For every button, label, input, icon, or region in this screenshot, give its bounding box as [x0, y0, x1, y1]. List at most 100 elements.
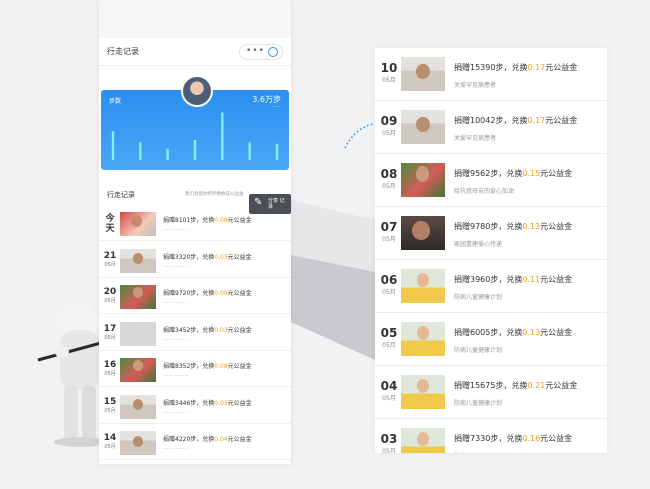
donation-amount: 0.13 — [522, 328, 541, 337]
donation-month: 05月 — [382, 236, 396, 243]
chart-bar-1 — [111, 131, 115, 160]
chart-bar-2 — [139, 142, 142, 160]
list-item[interactable]: 20 05月 捐赠9720步，兑换0.09元公益金.................… — [99, 279, 291, 314]
chart-bar-4 — [193, 140, 197, 160]
donation-text: 捐赠3960步，兑换0.11元公益金 — [454, 274, 572, 285]
list-item-amount: 0.08 — [214, 217, 228, 224]
donation-row[interactable]: 09 05月 捐赠10042步，兑换0.17元公益金 关爱罕见病患者 — [375, 101, 607, 154]
donation-photo — [401, 322, 445, 356]
chart-bar-6 — [248, 142, 251, 160]
donation-text: 捐赠6005步，兑换0.13元公益金 — [454, 327, 572, 338]
list-item-project: .................. — [163, 446, 189, 451]
donation-list-panel: 10 05月 捐赠15390步，兑换0.17元公益金 关爱罕见病患者 09 05月 捐赠10… — [375, 48, 607, 453]
donation-month: 05月 — [382, 77, 396, 84]
donation-day: 03 — [380, 432, 398, 446]
list-item-month: 05月 — [104, 371, 116, 377]
list-item-amount: 0.08 — [214, 363, 228, 370]
list-item[interactable]: 15 05月 捐赠3446步，兑换0.03元公益金.................… — [99, 388, 291, 424]
list-item-text-post: 元公益金 — [227, 436, 252, 443]
close-target-icon[interactable] — [268, 47, 278, 57]
list-item[interactable]: 16 05月 捐赠8352步，兑换0.08元公益金.................… — [99, 352, 291, 387]
donation-amount: 0.15 — [522, 169, 541, 178]
donation-project: 防病儿童健康计划 — [454, 347, 503, 354]
list-item-date: 15 05月 — [103, 397, 117, 414]
avatar[interactable] — [181, 75, 213, 107]
donation-text-post: 元公益金 — [545, 116, 578, 125]
list-item-photo — [120, 358, 156, 382]
list-item-text-pre: 捐赠9720步，兑换 — [163, 290, 215, 297]
donation-amount: 0.16 — [522, 434, 541, 443]
donation-row[interactable]: 05 05月 捐赠6005步，兑换0.13元公益金防病儿童健康计划 — [375, 313, 607, 366]
list-item-day: 14 — [103, 433, 117, 443]
donation-date: 07 05月 — [375, 220, 403, 243]
list-item-day: 今天 — [105, 214, 115, 234]
list-item-month: 05月 — [104, 407, 116, 414]
list-item-date: 17 05月 — [103, 324, 117, 341]
donation-text-post: 元公益金 — [540, 222, 573, 231]
list-item-text-post: 元公益金 — [227, 399, 252, 407]
list-item[interactable]: 14 05月 捐赠4220步，兑换0.04元公益金.................… — [99, 425, 291, 460]
status-bar — [99, 0, 291, 38]
records-title: 行走记录 — [107, 191, 135, 199]
donation-date: 06 05月 — [375, 273, 403, 296]
donation-date: 10 05月 — [375, 61, 403, 84]
donation-project: 给抗癌母亲的爱心加油 — [454, 188, 515, 195]
donation-row[interactable]: 06 05月 捐赠3960步，兑换0.11元公益金 防病儿童健康计划 — [375, 260, 607, 313]
donation-project: 防病儿童健康计划 — [454, 294, 503, 301]
donation-text-pre: 捐赠10042步，兑换 — [454, 116, 528, 125]
donation-day: 08 — [380, 167, 398, 181]
donation-month: 05月 — [382, 289, 396, 296]
mini-program-capsule[interactable]: ••• — [239, 44, 283, 60]
list-item-text-post: 元公益金 — [227, 326, 252, 334]
list-item-amount: 0.03 — [214, 399, 228, 407]
donation-month: 05月 — [382, 183, 396, 190]
list-item-text-pre: 捐赠8352步，兑换 — [163, 363, 215, 370]
donation-day: 06 — [380, 273, 398, 287]
donation-text-post: 元公益金 — [540, 328, 573, 337]
donation-date: 04 05月 — [375, 379, 403, 402]
donation-month: 05月 — [382, 342, 396, 349]
list-item-photo — [120, 321, 156, 346]
donation-text-pre: 捐赠15390步，兑换 — [454, 63, 528, 72]
donation-photo — [401, 110, 445, 144]
donation-amount: 0.21 — [527, 381, 546, 390]
donation-row[interactable]: 07 05月 捐赠9780步，兑换0.13元公益金家园重建爱心传递 — [375, 207, 607, 260]
donation-date: 05 05月 — [375, 326, 403, 349]
donation-text: 捐赠9562步，兑换0.15元公益金 — [454, 168, 572, 179]
donation-text-pre: 捐赠9562步，兑换 — [454, 169, 523, 178]
list-item-amount: 0.03 — [214, 253, 228, 261]
list-item-text-pre: 捐赠4220步，兑换 — [163, 436, 215, 443]
list-item-amount: 0.09 — [214, 290, 228, 297]
donation-photo — [401, 375, 445, 409]
list-item-month: 05月 — [104, 298, 116, 304]
donation-project: 关爱罕见病患者 — [454, 135, 497, 142]
donation-text-pre: 捐赠3960步，兑换 — [454, 275, 523, 284]
donation-text: 捐赠9780步，兑换0.13元公益金 — [454, 221, 572, 232]
list-item[interactable]: 21 05月 捐赠3320步，兑换0.03元公益金.................… — [99, 242, 291, 278]
list-item-amount: 0.04 — [214, 436, 228, 443]
donation-row[interactable]: 10 05月 捐赠15390步，兑换0.17元公益金 关爱罕见病患者 — [375, 48, 607, 101]
donation-day: 10 — [380, 61, 398, 75]
list-item-month: 05月 — [104, 334, 116, 341]
donation-amount: 0.11 — [522, 275, 541, 284]
more-icon[interactable]: ••• — [246, 46, 265, 56]
donation-photo — [401, 163, 445, 197]
donation-photo — [401, 57, 445, 91]
list-item-photo — [120, 394, 156, 419]
donation-text-pre: 捐赠7330步，兑换 — [454, 434, 523, 443]
list-item-day: 21 — [103, 250, 117, 261]
list-item-project: .................. — [163, 336, 189, 342]
donation-row[interactable]: 0305月捐赠7330步，兑换0.16元公益金防病儿童健康计划 — [375, 419, 607, 453]
share-record-button[interactable]: ✎ 分享 记录 — [249, 194, 291, 214]
donation-project: 家园重建爱心传递 — [454, 241, 503, 248]
share-record-label: 分享 记录 — [268, 198, 285, 210]
donation-day: 04 — [380, 379, 398, 393]
chart-bar-3 — [166, 148, 169, 160]
list-item-text: 捐赠3452步，兑换0.03元公益金 — [163, 325, 252, 334]
list-item[interactable]: 17 05月 捐赠3452步，兑换0.03元公益金.................… — [99, 315, 291, 351]
donation-month: 05月 — [382, 448, 396, 453]
donation-row[interactable]: 04 05月 捐赠15675步，兑换0.21元公益金 防病儿童健康计划 — [375, 366, 607, 419]
list-item-photo — [120, 248, 156, 273]
donation-row[interactable]: 08 05月 捐赠9562步，兑换0.15元公益金给抗癌母亲的爱心加油 — [375, 154, 607, 207]
donation-text-post: 元公益金 — [540, 275, 573, 284]
